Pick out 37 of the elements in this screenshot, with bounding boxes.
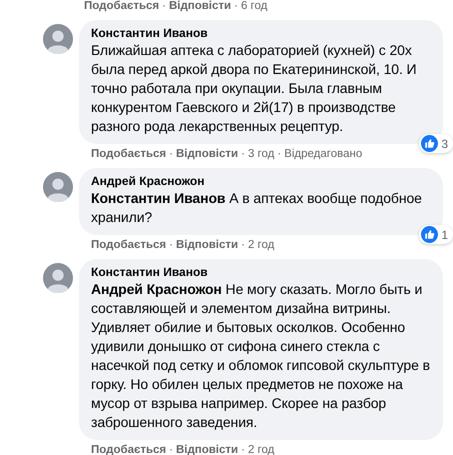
thumbs-up-icon [421,226,438,243]
comment-text: Константин Иванов А в аптеках вообще подобное хранили? [91,189,423,227]
reaction-badge[interactable]: 1 [419,225,453,244]
avatar[interactable] [43,172,73,202]
avatar[interactable] [43,24,73,54]
reaction-badge[interactable]: 3 [419,134,453,153]
like-link[interactable]: Подобається [84,0,160,13]
author-name[interactable]: Константин Иванов [91,265,431,280]
separator-dot: · [241,444,245,455]
reaction-count: 3 [441,136,448,150]
avatar[interactable] [43,263,73,293]
author-name[interactable]: Андрей Красножон [91,174,431,189]
reply-link[interactable]: Відповісти [176,239,238,252]
reply-link[interactable]: Відповісти [176,444,238,455]
separator-dot: · [169,444,173,455]
comment-time: 2 год [248,444,274,455]
comment-time: 6 год [240,0,268,13]
separator-dot: · [169,239,173,252]
like-link[interactable]: Подобається [91,148,166,161]
comment-time: 2 год [248,239,274,252]
reaction-count: 1 [441,228,448,242]
like-link[interactable]: Подобається [91,239,166,252]
reply-link[interactable]: Відповісти [168,0,232,13]
comment-time: 3 год [248,148,274,161]
comment-text: Андрей Красножон Не могу сказать. Могло быть и составляющей и элементом дизайна витрины. Удивляет обилие и бытовых осколков. Особенно удивили донышко от сифона синего стекла с насечкой под сетку и обломок гипсовой скульптуре в горку. Но обилен целых предметов не похоже на мусор от взрыва например. Скорее на разбор заброшенного заведения. [91,280,431,432]
separator-dot: · [241,239,245,252]
edited-label[interactable]: Відредаговано [284,148,362,161]
separator-dot: · [162,0,166,13]
reply-link[interactable]: Відповісти [176,148,238,161]
like-link[interactable]: Подобається [91,444,166,455]
comment-text: Ближайшая аптека с лабораторией (кухней) с 20х была перед аркой двора по Екатерининской, 10. И точно работала при окупации. Была главным конкурентом Гаевского и 2й(17) в производстве разного рода лекарственных рецептур. [91,41,418,136]
separator-dot: · [277,148,282,161]
thumbs-up-icon [421,135,438,152]
separator-dot: · [241,148,245,161]
separator-dot: · [234,0,238,13]
author-name[interactable]: Константин Иванов [91,26,431,41]
separator-dot: · [169,148,173,161]
